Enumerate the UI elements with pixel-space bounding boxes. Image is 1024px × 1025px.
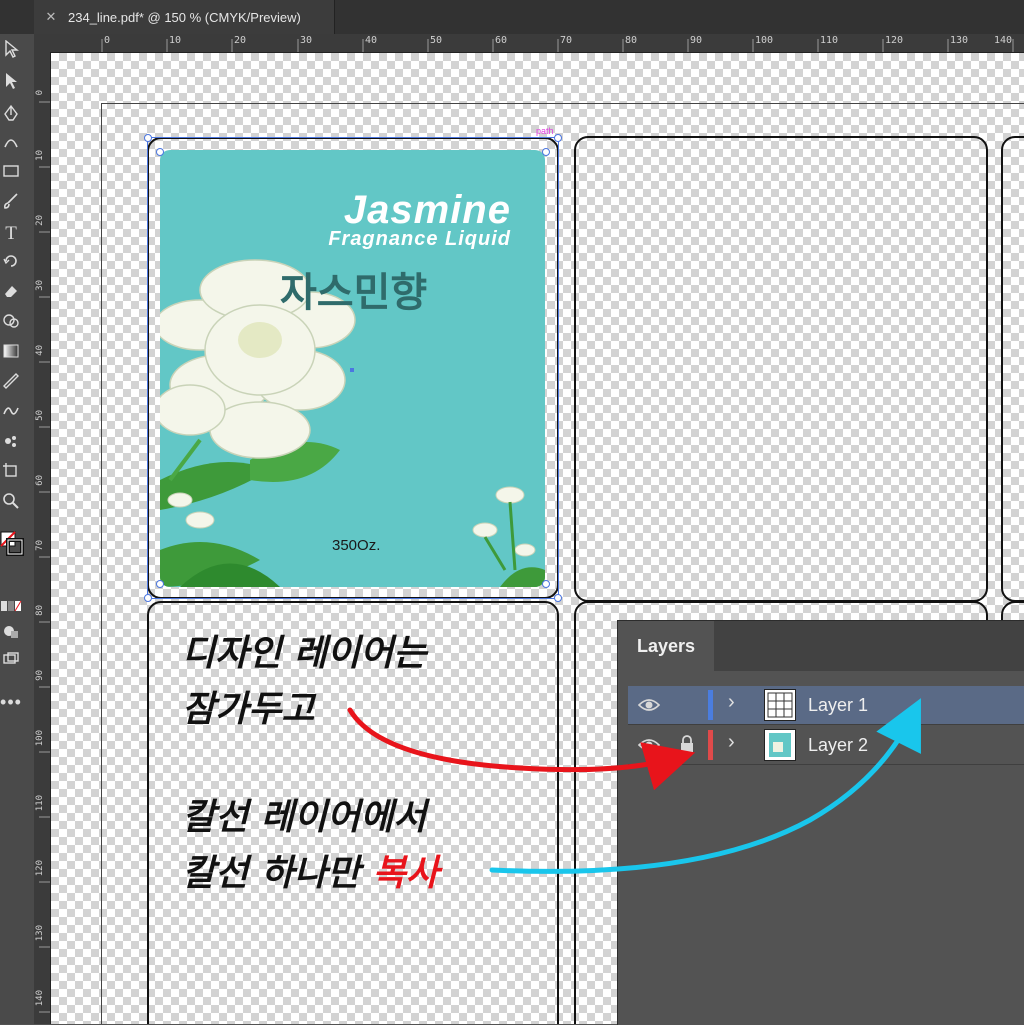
visibility-eye-icon[interactable] <box>638 695 660 715</box>
vertical-ruler: 0 10 20 30 40 50 60 70 80 90 100 110 120… <box>34 52 51 1024</box>
selection-handle[interactable] <box>144 134 152 142</box>
horizontal-ruler: 0 10 20 30 40 50 60 70 80 90 100 110 120… <box>34 34 1024 53</box>
ruler-label: 110 <box>820 35 839 46</box>
draw-mode-icon[interactable] <box>0 622 22 646</box>
ruler-label: 50 <box>35 410 45 421</box>
screen-mode-icon[interactable] <box>0 650 22 674</box>
symbol-sprayer-icon[interactable] <box>0 432 22 456</box>
selection-handle[interactable] <box>554 594 562 602</box>
rectangle-icon[interactable] <box>0 162 22 186</box>
type-icon[interactable]: T <box>0 222 22 246</box>
ruler-label: 110 <box>35 795 45 812</box>
document-tab-bar: ✕ 234_line.pdf* @ 150 % (CMYK/Preview) <box>0 0 1024 34</box>
ruler-label: 60 <box>495 35 508 46</box>
layers-panel: Layers › Layer 1 › Layer 2 <box>617 620 1024 1025</box>
annotation-line-4: 칼선 하나만 복사 <box>182 852 439 896</box>
layer-thumbnail <box>764 689 796 721</box>
more-tools-icon[interactable]: ••• <box>0 690 22 714</box>
corner-widget[interactable] <box>542 580 550 588</box>
ruler-label: 140 <box>35 990 45 1007</box>
layers-tab[interactable]: Layers <box>618 621 714 671</box>
ruler-label: 20 <box>35 215 45 226</box>
ruler-label: 30 <box>300 35 313 46</box>
curvature-pen-icon[interactable] <box>0 132 22 156</box>
ruler-label: 20 <box>234 35 247 46</box>
color-mode-icon[interactable] <box>0 596 22 620</box>
corner-widget[interactable] <box>542 148 550 156</box>
ruler-label: 100 <box>755 35 774 46</box>
ruler-label: 120 <box>35 860 45 877</box>
lock-icon[interactable] <box>678 734 696 754</box>
tools-panel: T ••• <box>0 34 35 1024</box>
ruler-label: 100 <box>35 730 45 747</box>
annotation-line-4-text: 칼선 하나만 <box>182 853 373 894</box>
selection-bounding-box[interactable] <box>144 134 562 602</box>
ruler-label: 10 <box>169 35 182 46</box>
layer-color-bar <box>708 690 713 720</box>
corner-widget[interactable] <box>156 148 164 156</box>
chevron-right-icon[interactable]: › <box>728 691 735 714</box>
fill-stroke-icon[interactable] <box>0 530 24 566</box>
ruler-ticks <box>39 101 50 1013</box>
document-tab[interactable]: ✕ 234_line.pdf* @ 150 % (CMYK/Preview) <box>34 0 335 34</box>
annotation-line-1: 디자인 레이어는 <box>182 633 427 674</box>
ruler-label: 10 <box>35 150 45 161</box>
smart-guide-label: path <box>536 126 554 136</box>
ruler-label: 130 <box>950 35 969 46</box>
layer-color-bar <box>708 730 713 760</box>
selection-icon[interactable] <box>0 39 22 64</box>
ruler-label: 50 <box>430 35 443 46</box>
annotation-highlight: 복사 <box>372 853 439 894</box>
corner-widget[interactable] <box>156 580 164 588</box>
layers-panel-header: Layers <box>618 621 1024 671</box>
ruler-label: 30 <box>35 280 45 291</box>
eraser-icon[interactable] <box>0 282 22 306</box>
center-point <box>350 368 354 372</box>
chevron-right-icon[interactable]: › <box>728 731 735 754</box>
eyedropper-icon[interactable] <box>0 372 22 396</box>
close-tab-icon[interactable]: ✕ <box>40 9 62 25</box>
ruler-label: 90 <box>690 35 703 46</box>
ruler-label: 0 <box>104 35 111 46</box>
layer-name[interactable]: Layer 1 <box>808 695 868 716</box>
layer-row[interactable]: › Layer 2 <box>628 726 1024 765</box>
document-title: 234_line.pdf* @ 150 % (CMYK/Preview) <box>68 9 301 25</box>
ruler-label: 40 <box>35 345 45 356</box>
layer-name[interactable]: Layer 2 <box>808 735 868 756</box>
visibility-eye-icon[interactable] <box>638 735 660 755</box>
layer-thumbnail <box>764 729 796 761</box>
rotate-icon[interactable] <box>0 252 22 276</box>
ruler-label: 0 <box>35 90 45 96</box>
gradient-icon[interactable] <box>0 342 22 366</box>
ruler-label: 40 <box>365 35 378 46</box>
selection-handle[interactable] <box>144 594 152 602</box>
cut-line-box[interactable] <box>1001 136 1024 602</box>
blend-icon[interactable] <box>0 402 22 426</box>
layer-row[interactable]: › Layer 1 <box>628 686 1024 725</box>
ruler-ticks <box>101 39 1014 52</box>
annotation-line-3: 칼선 레이어에서 <box>182 797 427 838</box>
pen-icon[interactable] <box>0 104 22 128</box>
ruler-label: 60 <box>35 475 45 486</box>
cut-line-box[interactable] <box>574 136 988 602</box>
annotation-line-2: 잠가두고 <box>182 689 315 730</box>
ruler-label: 70 <box>560 35 573 46</box>
shape-builder-icon[interactable] <box>0 312 22 336</box>
ruler-label: 90 <box>35 670 45 681</box>
ruler-label: 70 <box>35 540 45 551</box>
ruler-label: 120 <box>885 35 904 46</box>
artboard-icon[interactable] <box>0 462 22 486</box>
paintbrush-icon[interactable] <box>0 192 22 216</box>
ruler-label: 130 <box>35 925 45 942</box>
selection-handle[interactable] <box>554 134 562 142</box>
zoom-icon[interactable] <box>0 492 22 516</box>
direct-selection-icon[interactable] <box>0 72 22 96</box>
ruler-label: 80 <box>35 605 45 616</box>
ruler-label: 140 <box>994 35 1013 46</box>
ruler-label: 80 <box>625 35 638 46</box>
